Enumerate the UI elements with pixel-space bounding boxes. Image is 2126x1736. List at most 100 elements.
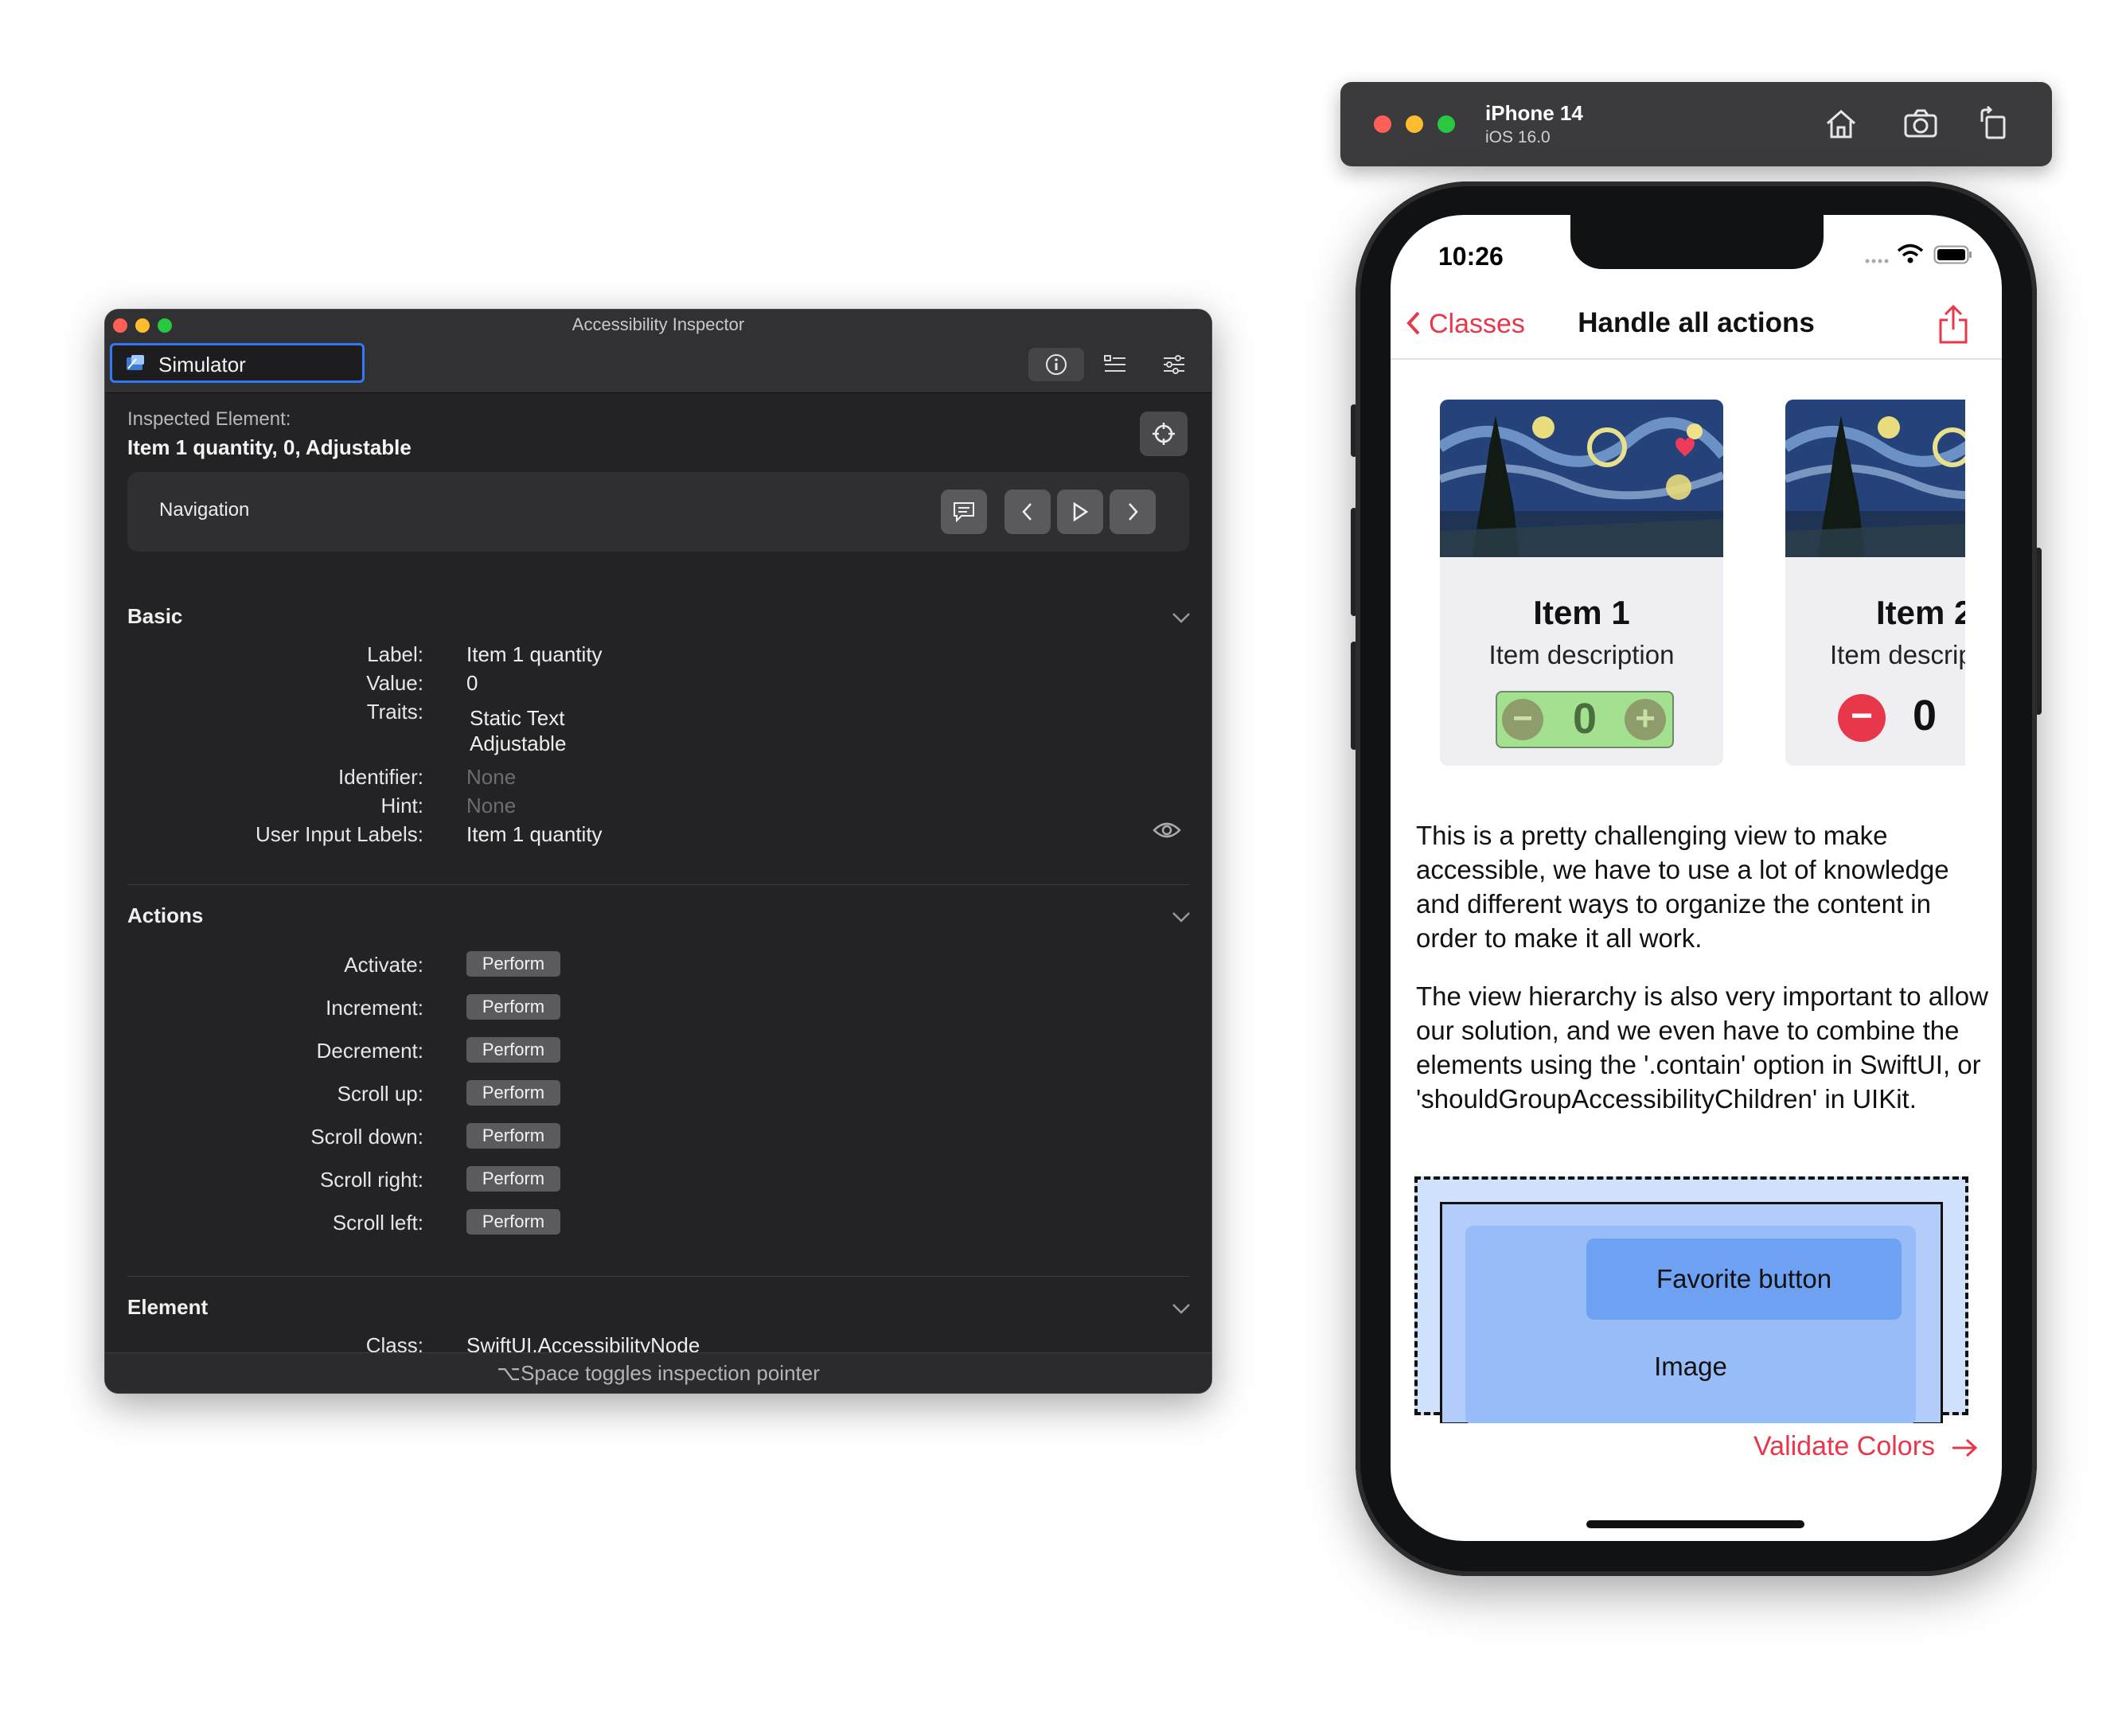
target-chooser[interactable]: Simulator (110, 343, 365, 383)
item-title: Item 1 (1533, 594, 1630, 631)
minimize-window-button[interactable] (1406, 115, 1423, 133)
value-value: 0 (466, 671, 478, 695)
inspected-element-label: Inspected Element: (127, 408, 291, 430)
chevron-down-icon[interactable] (1172, 911, 1191, 923)
decrement-perform-button[interactable]: Perform (466, 1037, 560, 1063)
user-input-labels-value: Item 1 quantity (466, 822, 603, 846)
section-divider (127, 884, 1189, 885)
chevron-down-icon[interactable] (1172, 1303, 1191, 1314)
quantity-value: 0 (1913, 692, 1937, 739)
item-card-clip: Item 2 Item description − 0 (1785, 400, 1965, 766)
info-icon (1046, 354, 1067, 375)
inspection-info-button[interactable] (1028, 348, 1084, 381)
item-description: Item description (1488, 640, 1675, 669)
arrow-right-icon (1952, 1438, 1977, 1457)
scroll-up-key: Scroll up: (337, 1082, 423, 1106)
item-card[interactable]: Item 1 Item description − 0 + (1440, 400, 1723, 766)
next-element-button[interactable] (1110, 490, 1156, 534)
scroll-down-key: Scroll down: (310, 1125, 423, 1149)
navigation-label: Navigation (159, 499, 250, 521)
simulator-toolbar: iPhone 14 iOS 16.0 (1340, 82, 2052, 166)
scroll-up-perform-button[interactable]: Perform (466, 1080, 560, 1106)
value-key: Value: (366, 671, 423, 695)
validate-colors-link[interactable]: Validate Colors (1753, 1431, 1978, 1462)
label-key: Label: (367, 642, 423, 666)
settings-sliders-icon (1164, 355, 1184, 374)
hierarchy-list-icon (1104, 355, 1125, 372)
speech-bubble-icon (954, 502, 974, 523)
zoom-window-button[interactable] (1437, 115, 1455, 133)
trait-adjustable: Adjustable (470, 731, 567, 755)
target-pointer-button[interactable] (1140, 412, 1188, 456)
scroll-down-perform-button[interactable]: Perform (466, 1123, 560, 1149)
home-icon[interactable] (1823, 106, 1859, 142)
speak-button[interactable] (941, 490, 987, 534)
hierarchy-diagram: Favorite button Image (1391, 1170, 2002, 1423)
inspected-element-value: Item 1 quantity, 0, Adjustable (127, 435, 412, 459)
increment-button[interactable]: + (1625, 699, 1666, 740)
inspector-footer: ⌥Space toggles inspection pointer (105, 1352, 1211, 1393)
hierarchy-paragraph: The view hierarchy is also very importan… (1416, 981, 1988, 1114)
accessibility-inspector-window: Accessibility Inspector Simulator Inspec… (104, 309, 1212, 1394)
status-time: 10:26 (1438, 242, 1504, 271)
diagram-favorite-button[interactable]: Favorite button (1586, 1239, 1902, 1320)
auto-navigate-button[interactable] (1057, 490, 1103, 534)
diagram-image-label: Image (1654, 1352, 1727, 1381)
footer-hint: ⌥Space toggles inspection pointer (497, 1361, 820, 1385)
battery-icon (1933, 245, 1972, 264)
navigation-panel: Navigation (127, 472, 1189, 552)
scroll-left-perform-button[interactable]: Perform (466, 1209, 560, 1235)
explanation-paragraph: This is a pretty challenging view to mak… (1416, 821, 1949, 953)
simulator-icon (127, 355, 144, 370)
actions-section-title: Actions (127, 903, 204, 927)
quantity-stepper[interactable]: − 0 + (1496, 691, 1674, 748)
activate-key: Activate: (344, 953, 423, 977)
activate-perform-button[interactable]: Perform (466, 951, 560, 977)
rotate-icon[interactable] (1976, 106, 2012, 142)
item-description: Item description (1830, 640, 1965, 669)
chevron-right-icon (1129, 503, 1138, 521)
device-name: iPhone 14 (1485, 101, 1583, 125)
settings-button[interactable] (1146, 348, 1202, 381)
home-indicator[interactable] (1586, 1520, 1804, 1528)
starry-night-image (1785, 400, 1965, 557)
traits-key: Traits: (366, 700, 423, 724)
crosshair-icon (1153, 423, 1175, 445)
decrement-key: Decrement: (316, 1039, 423, 1063)
item-card[interactable]: Item 2 Item description − 0 (1785, 400, 1965, 766)
notch (1570, 215, 1824, 269)
close-window-button[interactable] (1374, 115, 1391, 133)
share-icon[interactable] (1937, 304, 1970, 345)
label-value: Item 1 quantity (466, 642, 603, 666)
play-icon (1073, 501, 1089, 522)
decrement-button[interactable]: − (1838, 694, 1886, 742)
nav-divider (1391, 358, 2002, 360)
audit-button[interactable] (1087, 348, 1143, 381)
element-section-title: Element (127, 1295, 209, 1319)
trait-static-text: Static Text (470, 706, 565, 730)
decrement-button[interactable]: − (1502, 699, 1543, 740)
screenshot-camera-icon[interactable] (1902, 106, 1939, 142)
identifier-value: None (466, 765, 517, 789)
scroll-right-key: Scroll right: (319, 1168, 423, 1192)
scroll-right-perform-button[interactable]: Perform (466, 1166, 560, 1192)
chevron-left-icon (1022, 503, 1032, 521)
target-label: Simulator (158, 353, 246, 376)
validate-colors-label: Validate Colors (1753, 1431, 1936, 1461)
identifier-key: Identifier: (338, 765, 423, 789)
eye-icon[interactable] (1153, 821, 1181, 840)
previous-element-button[interactable] (1004, 490, 1051, 534)
quantity-value: 0 (1572, 695, 1597, 743)
iphone-screen: 10:26 Classes Handle all actions Item 1 … (1391, 215, 2002, 1541)
item-title: Item 2 (1876, 594, 1965, 631)
increment-perform-button[interactable]: Perform (466, 994, 560, 1020)
starry-night-image (1440, 400, 1723, 557)
increment-key: Increment: (326, 996, 423, 1020)
cellular-signal-icon (1865, 259, 1889, 263)
hint-value: None (466, 794, 517, 817)
section-divider (127, 1276, 1189, 1277)
basic-section-title: Basic (127, 604, 183, 628)
scroll-left-key: Scroll left: (332, 1211, 423, 1235)
chevron-down-icon[interactable] (1172, 612, 1191, 623)
window-title: Accessibility Inspector (571, 314, 745, 334)
